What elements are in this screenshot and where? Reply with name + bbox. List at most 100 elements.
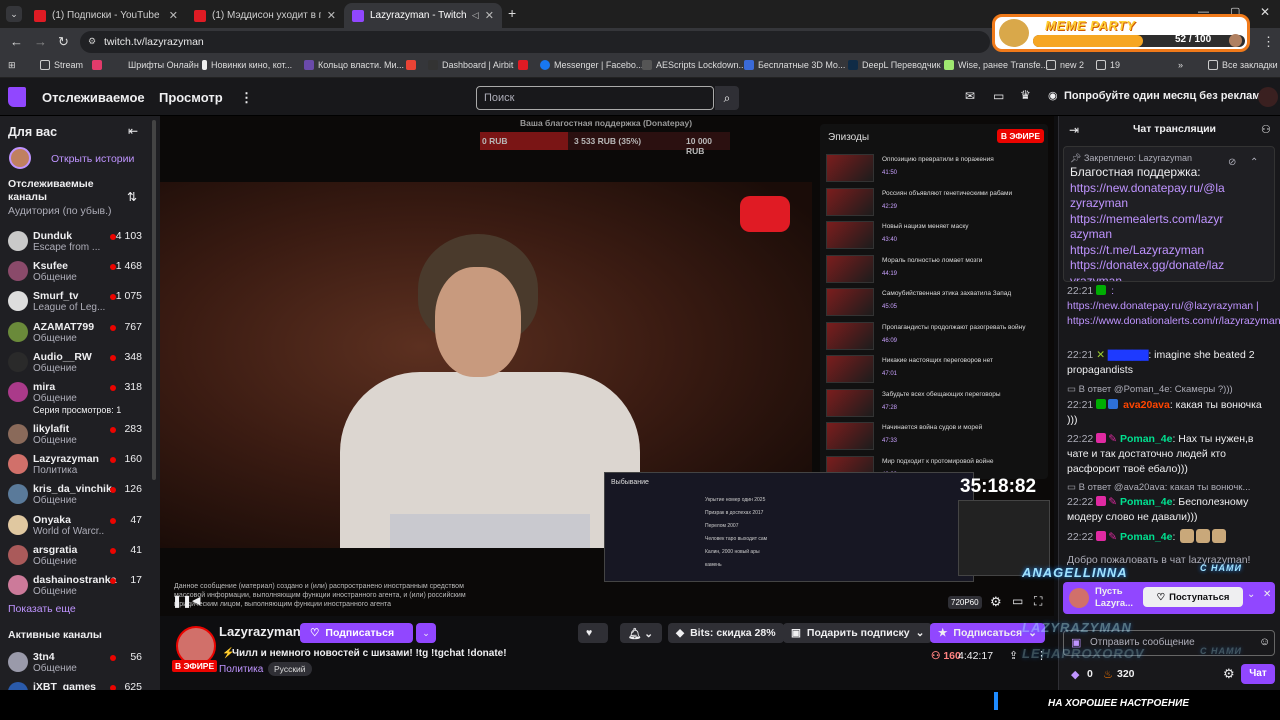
sidebar-channel-item[interactable]: Onyaka World of Warcr... 47	[0, 511, 150, 541]
sort-icon[interactable]: ⇅	[127, 190, 137, 204]
bookmark-aescripts[interactable]: AEScripts Lockdown...	[642, 60, 746, 70]
bookmark-all[interactable]: Все закладки	[1208, 60, 1278, 70]
language-tag[interactable]: Русский	[268, 662, 312, 676]
bookmark-airbit[interactable]: Dashboard | Airbit	[428, 60, 513, 70]
share-icon[interactable]: ⇪	[1009, 649, 1018, 662]
nav-browse[interactable]: Просмотр	[159, 90, 223, 105]
bookmark-ring[interactable]: Кольцо власти. Ми...	[304, 60, 404, 70]
bookmark-new2[interactable]: new 2	[1046, 60, 1084, 70]
follow-dropdown-button[interactable]: ⌄	[416, 623, 436, 643]
bookmark-gmail[interactable]	[406, 60, 420, 70]
bookmark-fonts[interactable]	[92, 60, 106, 70]
pinned-link[interactable]: https://t.me/Lazyrazyman	[1070, 243, 1230, 259]
notifications-button[interactable]: 🔔︎ ⌄	[620, 623, 662, 643]
smile-icon[interactable]: ☺	[1259, 636, 1270, 648]
chat-username[interactable]: ava20ava	[1123, 399, 1170, 411]
stories-avatar[interactable]	[9, 147, 31, 169]
bits-button[interactable]: ◆ Bits: скидка 28%	[668, 623, 784, 643]
bookmark-3d[interactable]: Бесплатные 3D Mo...	[744, 60, 845, 70]
tab-twitch[interactable]: Lazyrazyman - Twitch ◁ ✕	[344, 3, 502, 28]
menu-dots-icon[interactable]: ⋮	[1262, 34, 1275, 50]
sidebar-scrollbar[interactable]	[152, 120, 156, 480]
sidebar-channel-item[interactable]: dashainostranka Общение 17	[0, 571, 150, 601]
bookmark-youtube[interactable]	[518, 60, 532, 70]
chat-username[interactable]: Poman_4e	[1120, 433, 1173, 445]
fullscreen-icon[interactable]: ⛶	[1034, 594, 1042, 609]
bookmark-fonts-online[interactable]: Шрифты Онлайн	[128, 60, 199, 70]
follow-button[interactable]: ♡ Подписаться	[300, 623, 413, 643]
sidebar-channel-item[interactable]: arsgratia Общение 41	[0, 541, 150, 571]
forward-icon[interactable]: →	[34, 34, 47, 49]
channel-points[interactable]: 320	[1117, 668, 1135, 680]
apps-icon[interactable]: ⊞	[8, 60, 16, 71]
sidebar-channel-item[interactable]: Audio__RW Общение 348	[0, 348, 150, 378]
site-info-icon[interactable]: ⚙	[88, 36, 96, 47]
back-icon[interactable]: ←	[10, 34, 23, 49]
sidebar-channel-item[interactable]: iXBT_games 625	[0, 678, 150, 690]
close-icon[interactable]: ✕	[327, 9, 336, 22]
users-icon[interactable]: ⚇	[1261, 123, 1271, 136]
more-menu-icon[interactable]: ⋮	[240, 90, 253, 106]
settings-gear-icon[interactable]: ⚙	[990, 594, 1002, 610]
url-input[interactable]: ⚙ twitch.tv/lazyrazyman	[80, 31, 990, 53]
bookmark-19[interactable]: 19	[1096, 60, 1120, 70]
collapse-sidebar-icon[interactable]: ⇤	[128, 124, 138, 138]
search-icon[interactable]: ⌕	[715, 86, 739, 110]
close-icon[interactable]: ✕	[485, 9, 494, 22]
streamer-name[interactable]: Lazyrazyman	[219, 624, 301, 639]
show-more-link[interactable]: Показать еще	[8, 603, 76, 615]
avatar[interactable]	[1258, 87, 1278, 107]
sidebar-channel-item[interactable]: 3tn4 Общение 56	[0, 648, 150, 678]
gift-sub-button[interactable]: ▣ Подарить подписку ⌄	[783, 623, 933, 643]
popup-follow-button[interactable]: ♡ Поступаться	[1143, 587, 1243, 607]
sidebar-channel-item[interactable]: Dunduk Escape from ... 4 103	[0, 227, 150, 257]
chat-send-button[interactable]: Чат	[1241, 664, 1275, 684]
heart-button[interactable]: ♥	[578, 623, 608, 643]
sidebar-channel-item[interactable]: Smurf_tv League of Leg... 1 075	[0, 287, 150, 317]
chevron-down-icon[interactable]: ⌄	[1247, 589, 1255, 600]
tab-youtube-video[interactable]: (1) Мэддисон уходит в полит ✕	[186, 3, 344, 28]
close-icon[interactable]: ✕	[169, 9, 178, 22]
ad-free-promo[interactable]: Попробуйте один месяц без рекламы	[1064, 90, 1270, 102]
pause-icon[interactable]: ❚❚	[172, 594, 192, 608]
search-input[interactable]: Поиск	[476, 86, 714, 110]
bookmark-messenger[interactable]: Messenger | Facebo...	[540, 60, 643, 70]
tab-youtube-subscriptions[interactable]: (1) Подписки - YouTube ✕	[26, 3, 186, 28]
bookmark-stream[interactable]: Stream	[40, 60, 83, 70]
collapse-chat-icon[interactable]: ⇥	[1069, 123, 1079, 137]
chevron-up-icon[interactable]: ⌃	[1250, 157, 1258, 168]
stories-link[interactable]: Открыть истории	[51, 153, 134, 165]
new-tab-button[interactable]: +	[508, 5, 516, 21]
sidebar-channel-item[interactable]: likylafit Общение 283	[0, 420, 150, 450]
inbox-icon[interactable]: ✉	[965, 89, 975, 103]
close-icon[interactable]: ✕	[1263, 589, 1271, 600]
stream-category[interactable]: Политика	[219, 664, 263, 675]
twitch-logo-icon[interactable]	[8, 87, 26, 107]
bookmark-deepl[interactable]: DeepL Переводчик	[848, 60, 941, 70]
crown-icon[interactable]: ♛	[1020, 88, 1031, 102]
mute-icon[interactable]: ◁	[472, 10, 479, 21]
window-close-icon[interactable]: ✕	[1260, 5, 1270, 19]
pinned-link[interactable]: https://donatex.gg/donate/lazyrazyman	[1070, 258, 1230, 281]
pinned-link[interactable]: https://memealerts.com/lazyrazyman	[1070, 212, 1230, 243]
video-player[interactable]: Ваша благостная поддержка (Donatepay) 0 …	[160, 116, 1054, 616]
theatre-mode-icon[interactable]: ▭	[1012, 594, 1023, 608]
sidebar-channel-item[interactable]: AZAMAT799 Общение 767	[0, 318, 150, 348]
sidebar-channel-item[interactable]: Ksufee Общение 1 468	[0, 257, 150, 287]
chat-settings-icon[interactable]: ⚙	[1223, 666, 1235, 682]
reload-icon[interactable]: ↻	[58, 34, 69, 50]
sidebar-channel-item[interactable]: Lazyrazyman Политика 160	[0, 450, 150, 480]
pinned-link[interactable]: https://new.donatepay.ru/@lazyrazyman	[1070, 181, 1230, 212]
prime-icon[interactable]: ◉	[1048, 89, 1058, 102]
chat-username[interactable]: Poman_4e	[1120, 531, 1173, 543]
bookmark-wise[interactable]: Wise, ранее Transfe...	[944, 60, 1048, 70]
bookmarks-overflow-icon[interactable]: »	[1178, 60, 1183, 70]
tab-list-chevron-icon[interactable]: ⌄	[6, 6, 22, 22]
nav-following[interactable]: Отслеживаемое	[42, 90, 145, 105]
volume-icon[interactable]: ◀	[192, 594, 200, 607]
whispers-icon[interactable]: ▭	[993, 89, 1004, 103]
bookmark-movies[interactable]: Новинки кино, кот...	[202, 60, 292, 70]
sidebar-channel-item[interactable]: mira Общение 318 Серия просмотров: 1	[0, 378, 150, 415]
chat-username[interactable]: ▇▇▇▇▇	[1108, 349, 1148, 361]
sidebar-channel-item[interactable]: kris_da_vinchik Общение 126	[0, 480, 150, 510]
